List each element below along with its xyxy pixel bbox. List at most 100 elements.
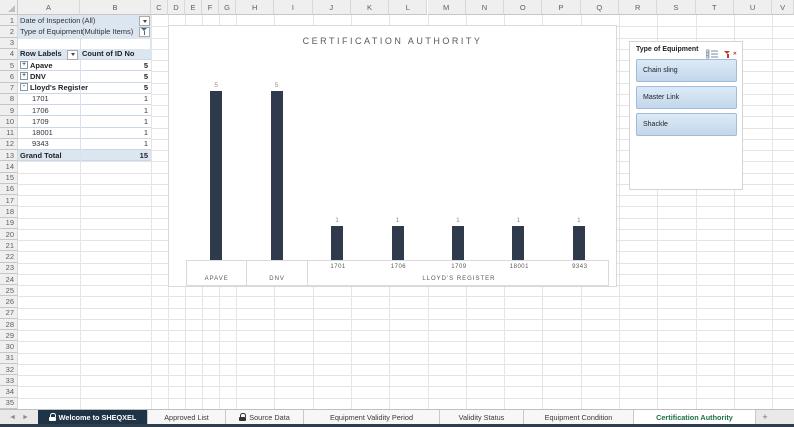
lock-icon [49, 413, 56, 421]
grid-hline [18, 386, 794, 387]
column-header[interactable]: I [274, 0, 312, 15]
pivot-row-label: 1706 [32, 105, 49, 115]
pivot-row-value: 5 [144, 60, 148, 70]
tab-scroll-right-icon[interactable]: ► [22, 414, 29, 421]
add-sheet-button[interactable]: + [756, 410, 774, 424]
sheet-tab-approved-list[interactable]: Approved List [148, 410, 226, 424]
row-header[interactable]: 17 [0, 195, 18, 206]
column-header[interactable]: G [219, 0, 236, 15]
row-header[interactable]: 25 [0, 285, 18, 296]
multi-select-icon[interactable] [706, 46, 718, 56]
row-header[interactable]: 21 [0, 240, 18, 251]
column-header[interactable]: D [168, 0, 185, 15]
spreadsheet-app: ABCDEFGHIJKLMNOPQRSTUV 12345678910111213… [0, 0, 794, 427]
row-header[interactable]: 22 [0, 251, 18, 262]
row-header[interactable]: 24 [0, 274, 18, 285]
row-header[interactable]: 31 [0, 353, 18, 364]
pivot-count-header: Count of ID No [82, 49, 135, 59]
funnel-icon [141, 28, 149, 36]
pivot-filter-label: Type of Equipment [20, 26, 83, 37]
sheet-tab-bar: ◄ ► Welcome to SHEQXELApproved ListSourc… [0, 409, 794, 424]
sheet-tab-welcome-to-sheqxel[interactable]: Welcome to SHEQXEL [38, 410, 148, 424]
column-header[interactable]: C [151, 0, 168, 15]
row-header[interactable]: 13 [0, 150, 18, 161]
category-group-cell: LLOYD'S REGISTER170117061709180019343 [308, 261, 610, 285]
row-header[interactable]: 3 [0, 38, 18, 49]
row-header[interactable]: 35 [0, 398, 18, 409]
column-header[interactable]: T [696, 0, 734, 15]
column-header[interactable]: B [80, 0, 151, 15]
row-header[interactable]: 10 [0, 116, 18, 127]
column-header[interactable]: H [236, 0, 274, 15]
clear-filter-icon[interactable]: ✕ [724, 46, 736, 56]
row-header[interactable]: 26 [0, 296, 18, 307]
column-header[interactable]: L [389, 0, 427, 15]
column-header[interactable]: P [542, 0, 580, 15]
select-all-corner[interactable] [0, 0, 18, 15]
row-header[interactable]: 32 [0, 364, 18, 375]
column-header[interactable]: A [18, 0, 80, 15]
expand-collapse-button[interactable]: + [20, 61, 28, 69]
row-header[interactable]: 12 [0, 139, 18, 150]
column-header[interactable]: M [428, 0, 466, 15]
column-header[interactable]: F [202, 0, 219, 15]
row-header[interactable]: 7 [0, 83, 18, 94]
row-header[interactable]: 29 [0, 330, 18, 341]
row-header[interactable]: 19 [0, 218, 18, 229]
row-header[interactable]: 30 [0, 341, 18, 352]
row-header[interactable]: 18 [0, 206, 18, 217]
bar-value-label: 1 [383, 217, 413, 224]
row-header[interactable]: 14 [0, 161, 18, 172]
row-header[interactable]: 11 [0, 128, 18, 139]
row-header[interactable]: 20 [0, 229, 18, 240]
row-header[interactable]: 16 [0, 184, 18, 195]
category-group-label: APAVE [187, 276, 246, 282]
row-labels-dropdown-button[interactable] [67, 50, 78, 60]
row-header[interactable]: 6 [0, 71, 18, 82]
row-header[interactable]: 15 [0, 173, 18, 184]
column-header[interactable]: K [351, 0, 389, 15]
row-header[interactable]: 28 [0, 319, 18, 330]
category-item-label: 1706 [368, 264, 428, 270]
sheet-tab-validity-status[interactable]: Validity Status [440, 410, 524, 424]
sheet-tab-source-data[interactable]: Source Data [226, 410, 304, 424]
tab-scroll-left-icon[interactable]: ◄ [9, 414, 16, 421]
filter-funnel-button[interactable] [139, 27, 150, 37]
expand-collapse-button[interactable]: - [20, 83, 28, 91]
row-header[interactable]: 2 [0, 26, 18, 37]
pivot-column-divider [80, 15, 81, 161]
row-header[interactable]: 23 [0, 263, 18, 274]
row-header[interactable]: 27 [0, 308, 18, 319]
sheet-tab-certification-authority[interactable]: Certification Authority [634, 410, 756, 424]
row-header[interactable]: 5 [0, 60, 18, 71]
sheet-tab-equipment-condition[interactable]: Equipment Condition [524, 410, 634, 424]
slicer-item-shackle[interactable]: Shackle [636, 113, 737, 136]
column-header[interactable]: N [466, 0, 504, 15]
column-header[interactable]: U [734, 0, 772, 15]
sheet-tab-equipment-validity-period[interactable]: Equipment Validity Period [304, 410, 440, 424]
row-header[interactable]: 34 [0, 386, 18, 397]
grid-hline [18, 375, 794, 376]
pivot-row-label: DNV [30, 71, 46, 81]
row-header[interactable]: 8 [0, 94, 18, 105]
column-header[interactable]: E [185, 0, 202, 15]
sheet-tab-label: Validity Status [459, 413, 505, 422]
slicer-item-chain-sling[interactable]: Chain sling [636, 59, 737, 82]
row-header[interactable]: 33 [0, 375, 18, 386]
slicer-item-master-link[interactable]: Master Link [636, 86, 737, 109]
column-header[interactable]: J [313, 0, 351, 15]
column-header[interactable]: O [504, 0, 542, 15]
row-header[interactable]: 9 [0, 105, 18, 116]
column-header[interactable]: V [772, 0, 794, 15]
grid-hline [18, 319, 794, 320]
row-header[interactable]: 4 [0, 49, 18, 60]
grid-hline [18, 353, 794, 354]
column-header[interactable]: S [657, 0, 695, 15]
expand-collapse-button[interactable]: + [20, 72, 28, 80]
column-header[interactable]: R [619, 0, 657, 15]
filter-dropdown-button[interactable] [139, 16, 150, 26]
chart-area[interactable]: CERTIFICATION AUTHORITY 5511111 APAVEDNV… [168, 25, 617, 287]
column-header[interactable]: Q [581, 0, 619, 15]
category-item-label: 1701 [308, 264, 368, 270]
row-header[interactable]: 1 [0, 15, 18, 26]
